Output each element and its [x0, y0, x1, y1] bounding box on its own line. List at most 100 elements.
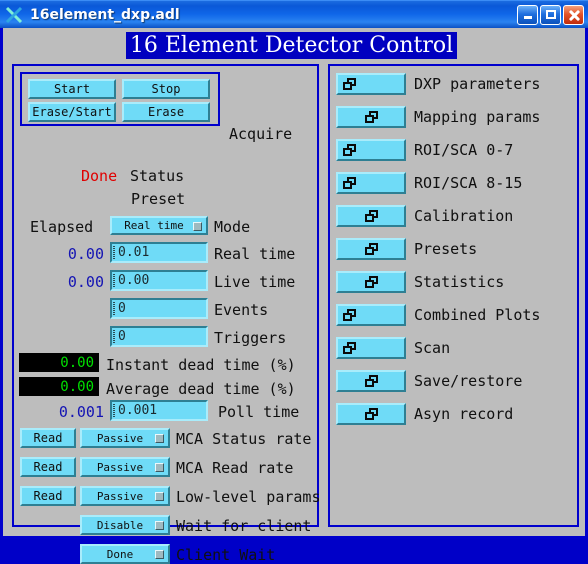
- chevron-down-icon: [155, 492, 164, 501]
- related-display-icon: [365, 408, 378, 420]
- client-wait-dropdown[interactable]: Done: [80, 544, 170, 564]
- chevron-down-icon: [155, 521, 164, 530]
- related-display-button-5[interactable]: [336, 238, 406, 260]
- related-display-icon: [343, 144, 356, 156]
- real-time-input[interactable]: 0.01: [110, 242, 208, 263]
- low-level-params-read-button[interactable]: Read: [20, 486, 76, 506]
- mca-read-rate-dropdown[interactable]: Passive: [80, 457, 170, 477]
- mca-read-rate-label: MCA Read rate: [176, 459, 294, 477]
- related-display-icon: [343, 342, 356, 354]
- related-display-icon: [343, 309, 356, 321]
- related-display-label-0: DXP parameters: [414, 75, 541, 93]
- instant-dead-time-meter: 0.00: [19, 353, 99, 372]
- poll-time-readback: 0.001: [58, 403, 104, 421]
- related-display-label-1: Mapping params: [414, 108, 541, 126]
- stop-button[interactable]: Stop: [122, 79, 210, 99]
- mode-dropdown[interactable]: Real time: [110, 216, 208, 235]
- low-level-params-label: Low-level params: [176, 488, 321, 506]
- related-display-icon: [365, 276, 378, 288]
- status-value: Done: [81, 167, 118, 185]
- minimize-button[interactable]: [517, 4, 538, 25]
- window-title: 16element_dxp.adl: [30, 6, 180, 23]
- window-titlebar[interactable]: 16element_dxp.adl: [0, 0, 588, 28]
- maximize-button[interactable]: [540, 4, 561, 25]
- mca-status-rate-dropdown[interactable]: Passive: [80, 428, 170, 448]
- related-display-icon: [365, 111, 378, 123]
- related-display-icon: [365, 375, 378, 387]
- related-display-label-5: Presets: [414, 240, 478, 258]
- related-display-button-7[interactable]: [336, 304, 406, 326]
- events-input[interactable]: 0: [110, 298, 208, 319]
- mca-status-rate-label: MCA Status rate: [176, 430, 312, 448]
- application-window: 16element_dxp.adl 16 Element Detector Co…: [0, 0, 588, 564]
- mode-dropdown-label: Real time: [124, 219, 184, 232]
- related-displays-panel: DXP parameters Mapping params ROI/SCA 0-7 R…: [328, 64, 579, 527]
- acquire-label: Acquire: [229, 125, 293, 143]
- client-wait-label: Client Wait: [176, 546, 276, 564]
- mca-read-rate-dropdown-label: Passive: [96, 460, 144, 474]
- wait-for-client-dropdown[interactable]: Disable: [80, 515, 170, 535]
- wait-for-client-label: Wait for client: [176, 517, 312, 535]
- related-display-icon: [365, 210, 378, 222]
- status-label: Status: [130, 167, 185, 185]
- live-time-label: Live time: [214, 273, 296, 291]
- start-button[interactable]: Start: [28, 79, 116, 99]
- related-display-button-3[interactable]: [336, 172, 406, 194]
- mca-status-rate-read-button[interactable]: Read: [20, 428, 76, 448]
- erase-button[interactable]: Erase: [122, 102, 210, 122]
- related-display-label-9: Save/restore: [414, 372, 523, 390]
- real-time-readback: 0.00: [67, 245, 104, 263]
- poll-time-input[interactable]: 0.001: [110, 400, 208, 421]
- client-area: 16 Element Detector Control Start Stop E…: [0, 28, 588, 564]
- minimize-icon: [523, 16, 532, 19]
- related-display-label-2: ROI/SCA 0-7: [414, 141, 514, 159]
- close-button[interactable]: [563, 4, 584, 25]
- elapsed-header: Elapsed: [30, 218, 94, 236]
- related-display-button-9[interactable]: [336, 370, 406, 392]
- live-time-input[interactable]: 0.00: [110, 270, 208, 291]
- chevron-down-icon: [155, 434, 164, 443]
- triggers-label: Triggers: [214, 329, 287, 347]
- average-dead-time-meter: 0.00: [19, 377, 99, 396]
- instant-dead-time-label: Instant dead time (%): [106, 356, 296, 374]
- acquire-group: Start Stop Erase/Start Erase: [20, 72, 220, 126]
- related-display-button-6[interactable]: [336, 271, 406, 293]
- live-time-readback: 0.00: [67, 273, 104, 291]
- related-display-button-0[interactable]: [336, 73, 406, 95]
- related-display-label-6: Statistics: [414, 273, 505, 291]
- erase-start-button[interactable]: Erase/Start: [28, 102, 116, 122]
- preset-header: Preset: [131, 190, 186, 208]
- chevron-down-icon: [193, 221, 202, 231]
- chevron-down-icon: [155, 550, 164, 559]
- related-display-button-4[interactable]: [336, 205, 406, 227]
- mca-read-rate-read-button[interactable]: Read: [20, 457, 76, 477]
- close-icon: [568, 9, 580, 21]
- related-display-label-3: ROI/SCA 8-15: [414, 174, 523, 192]
- related-display-icon: [343, 177, 356, 189]
- page-title: 16 Element Detector Control: [126, 32, 457, 59]
- related-display-label-10: Asyn record: [414, 405, 514, 423]
- related-display-button-1[interactable]: [336, 106, 406, 128]
- mode-label: Mode: [214, 218, 251, 236]
- maximize-icon: [545, 10, 556, 19]
- related-display-icon: [343, 78, 356, 90]
- x-window-icon: [4, 4, 26, 26]
- related-display-icon: [365, 243, 378, 255]
- mca-status-rate-dropdown-label: Passive: [96, 431, 144, 445]
- related-display-label-8: Scan: [414, 339, 451, 357]
- window-controls: [517, 4, 584, 25]
- real-time-label: Real time: [214, 245, 296, 263]
- average-dead-time-label: Average dead time (%): [106, 380, 296, 398]
- events-label: Events: [214, 301, 269, 319]
- low-level-params-dropdown-label: Passive: [96, 489, 144, 503]
- poll-time-label: Poll time: [218, 403, 300, 421]
- client-wait-dropdown-label: Done: [106, 547, 134, 561]
- related-display-button-8[interactable]: [336, 337, 406, 359]
- wait-for-client-dropdown-label: Disable: [96, 518, 144, 532]
- related-display-button-10[interactable]: [336, 403, 406, 425]
- triggers-input[interactable]: 0: [110, 326, 208, 347]
- acquisition-panel: Start Stop Erase/Start Erase Acquire Don…: [12, 64, 321, 564]
- related-display-label-7: Combined Plots: [414, 306, 541, 324]
- low-level-params-dropdown[interactable]: Passive: [80, 486, 170, 506]
- related-display-button-2[interactable]: [336, 139, 406, 161]
